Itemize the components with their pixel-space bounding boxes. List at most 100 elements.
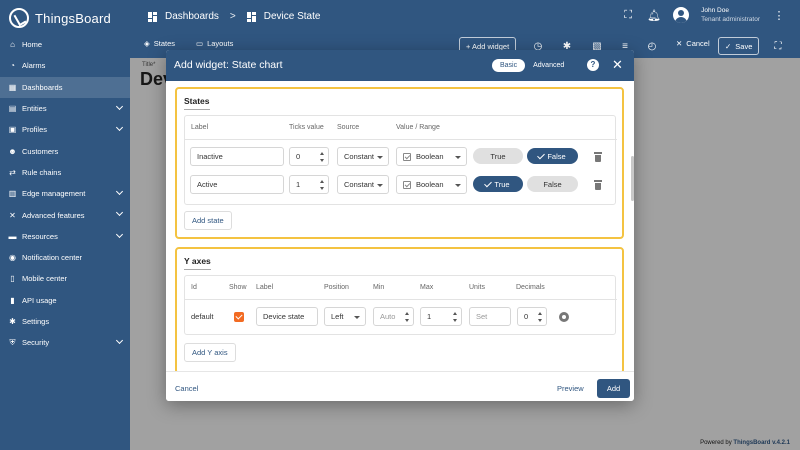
top-bar: ThingsBoard Dashboards > Device State ⛶ … [0,0,800,34]
y-axis-show-checkbox[interactable] [234,312,244,322]
help-icon[interactable]: ? [587,59,599,71]
cancel-edit-button[interactable]: ✕ Cancel [676,39,710,48]
col-position: Position [324,284,349,291]
notifications-bell-icon[interactable]: 🔔︎ [647,8,661,22]
col-ticks: Ticks value [289,124,324,131]
chevron-down-icon[interactable] [115,124,124,132]
states-section: States Label Ticks value Source Value / … [175,87,624,239]
col-max: Max [420,284,434,291]
state-source-select[interactable]: Constant [337,175,389,194]
state-type-select[interactable]: Boolean [396,147,467,166]
state-ticks-input[interactable]: 1 [289,175,329,194]
sidebar-item-customers[interactable]: ☻ Customers [0,140,130,161]
state-true-toggle[interactable]: True [473,148,523,164]
state-source-select[interactable]: Constant [337,147,389,166]
cancel-button[interactable]: Cancel [175,384,198,393]
stepper-icon[interactable] [405,311,410,323]
mode-advanced-button[interactable]: Advanced [525,59,572,72]
dialog-scrollbar[interactable] [631,156,634,201]
check-icon [537,151,546,159]
sidebar-item-notification-center[interactable]: ◉ Notification center [0,247,130,268]
mode-basic-button[interactable]: Basic [492,59,526,72]
chevron-down-icon[interactable] [115,188,124,196]
add-state-button[interactable]: Add state [184,211,232,230]
app-logo[interactable]: ThingsBoard [9,8,111,28]
states-button[interactable]: ◈ States [144,39,175,48]
state-ticks-input[interactable]: 0 [289,147,329,166]
sidebar-item-label: Edge management [22,189,86,199]
close-icon: ✕ [676,39,683,48]
check-icon: ✓ [725,41,732,51]
sidebar-item-mobile-center[interactable]: ▯ Mobile center [0,268,130,289]
breadcrumb-dashboards-link[interactable]: Dashboards [165,11,219,22]
breadcrumb: Dashboards > Device State [148,11,320,22]
y-axis-max-input[interactable]: 1 [420,307,462,326]
add-button[interactable]: Add [597,379,630,398]
state-false-toggle[interactable]: False [527,148,578,164]
y-axis-label-input[interactable]: Device state [256,307,318,326]
state-false-toggle[interactable]: False [527,176,578,192]
y-axis-decimals-input[interactable]: 0 [517,307,547,326]
sidebar-item-label: Home [22,40,43,50]
sidebar-item-advanced-features[interactable]: ✕ Advanced features [0,204,130,225]
check-icon [484,179,493,187]
top-right-controls: ⛶ 🔔︎ John Doe Tenant administrator ⋮ [621,6,786,24]
close-dialog-icon[interactable]: ✕ [612,57,623,73]
stepper-icon[interactable] [453,311,458,323]
preview-button[interactable]: Preview [557,384,584,393]
stepper-icon[interactable] [538,311,543,323]
stepper-icon[interactable] [320,179,325,191]
state-label-input[interactable]: Active [190,175,284,194]
sidebar-item-alarms[interactable]: ◔ Alarms [0,55,130,76]
delete-state-icon[interactable] [594,180,602,190]
col-min: Min [373,284,385,291]
sidebar-item-home[interactable]: ⌂ Home [0,34,130,55]
state-type-select[interactable]: Boolean [396,175,467,194]
states-table: Label Ticks value Source Value / Range I… [184,115,617,205]
save-button[interactable]: ✓ Save [718,37,760,55]
sidebar-item-rule-chains[interactable]: ⇄ Rule chains [0,162,130,183]
sidebar-item-dashboards[interactable]: ▦ Dashboards [0,76,130,98]
user-role: Tenant administrator [701,16,760,23]
sidebar-item-resources[interactable]: ▬ Resources [0,226,130,247]
dashboard-icon: ▦ [8,82,17,92]
fullscreen-icon[interactable]: ⛶ [621,8,635,22]
notification-center-icon: ◉ [9,253,16,263]
chevron-down-icon[interactable] [115,230,124,238]
sidebar-item-settings[interactable]: ✱ Settings [0,311,130,332]
sidebar-item-edge-management[interactable]: ▥ Edge management [0,183,130,204]
y-axis-min-input[interactable]: Auto [373,307,414,326]
dialog-title: Add widget: State chart [174,59,283,71]
sidebar-item-entities[interactable]: ▤ Entities [0,98,130,119]
sidebar-item-api-usage[interactable]: ▮ API usage [0,290,130,311]
states-header-divider [185,139,617,140]
chevron-down-icon[interactable] [115,337,124,345]
avatar[interactable] [673,7,690,23]
sidebar-item-security[interactable]: ⛨ Security [0,332,130,353]
stepper-icon[interactable] [320,151,325,163]
resources-icon: ▬ [8,231,17,241]
app-name: ThingsBoard [35,10,111,26]
app-root: ThingsBoard Dashboards > Device State ⛶ … [0,0,800,450]
state-true-toggle[interactable]: True [473,176,523,192]
y-axes-table: Id Show Label Position Min Max Units Dec… [184,275,617,335]
layouts-button[interactable]: ▭ Layouts [196,39,233,48]
add-y-axis-button[interactable]: Add Y axis [184,343,236,362]
y-axis-units-input[interactable]: Set [469,307,511,326]
state-label-input[interactable]: Inactive [190,147,284,166]
y-axis-settings-gear-icon[interactable] [559,312,569,322]
sidebar-item-label: API usage [22,295,57,305]
sidebar-item-label: Entities [22,104,47,114]
time-window-icon[interactable]: ◴ [646,40,658,52]
user-name: John Doe [701,7,729,14]
y-axis-position-select[interactable]: Left [324,307,366,326]
chevron-down-icon[interactable] [115,102,124,110]
chevron-down-icon[interactable] [115,209,124,217]
fullscreen-dashboard-icon[interactable]: ⛶ [772,40,784,52]
delete-state-icon[interactable] [594,152,602,162]
user-info[interactable]: John Doe Tenant administrator [701,6,760,24]
y-axes-section: Y axes Id Show Label Position Min Max Un… [175,247,624,371]
layouts-icon: ▭ [196,39,204,48]
more-vert-icon[interactable]: ⋮ [772,8,786,22]
sidebar-item-profiles[interactable]: ▣ Profiles [0,119,130,140]
